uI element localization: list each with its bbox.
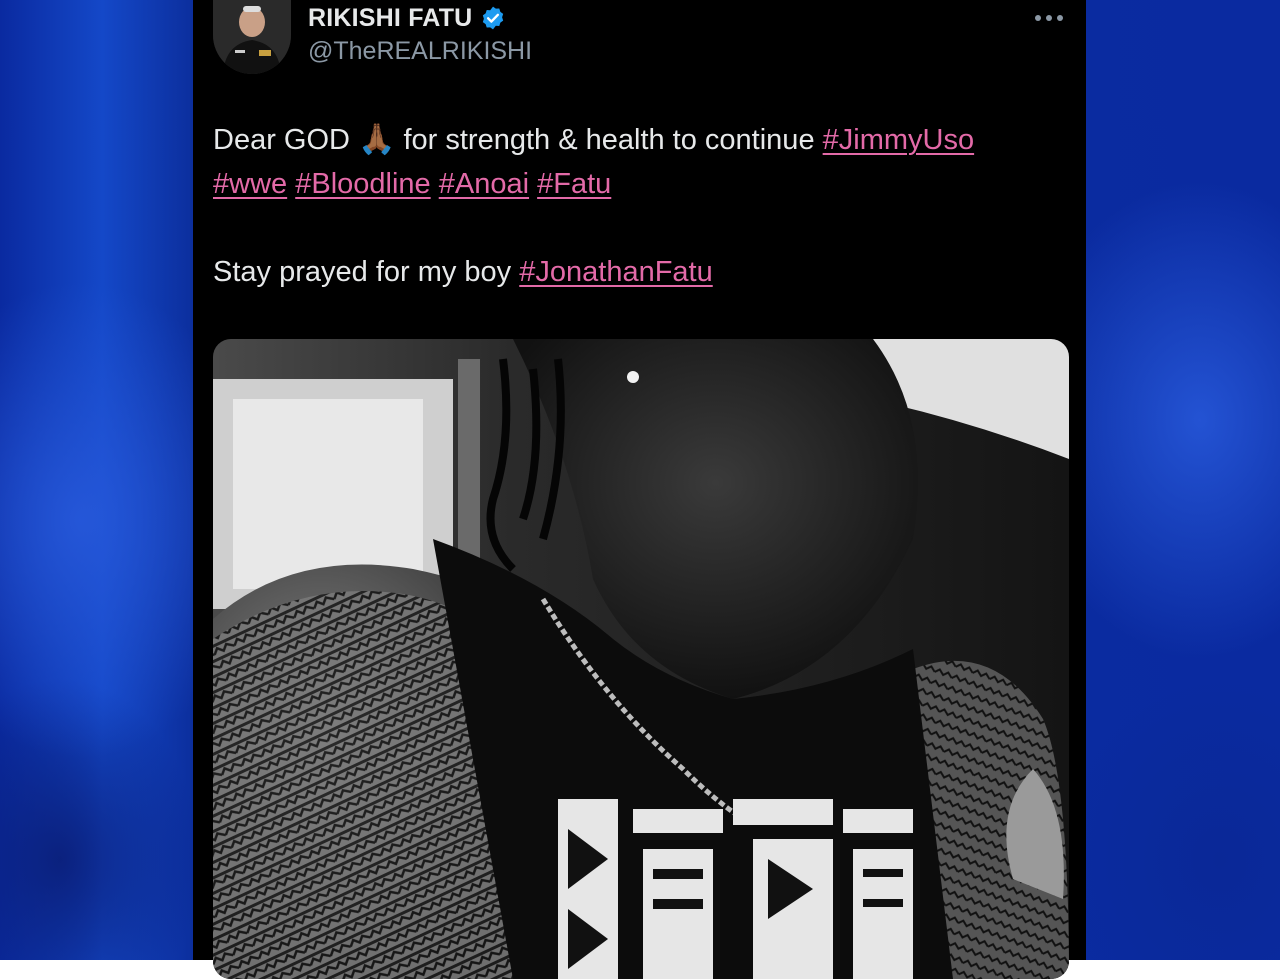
- post-text-line-2: #wwe #Bloodline #Anoai #Fatu: [213, 162, 1073, 206]
- paragraph-break: [213, 206, 1073, 250]
- dot: [1046, 15, 1052, 21]
- hashtag-link[interactable]: #Bloodline: [295, 168, 430, 200]
- praying-hands-icon: 🙏🏾: [358, 123, 396, 156]
- post-media-image[interactable]: [213, 339, 1069, 979]
- display-name[interactable]: RIKISHI FATU: [308, 4, 472, 33]
- more-options-icon[interactable]: [1030, 8, 1068, 28]
- author-name-row: RIKISHI FATU: [308, 2, 506, 34]
- hashtag-link[interactable]: #JimmyUso: [823, 124, 974, 156]
- dot: [1057, 15, 1063, 21]
- text-segment: for strength & health to continue: [403, 124, 815, 156]
- hashtag-link[interactable]: #Anoai: [439, 168, 529, 200]
- text-segment: Stay prayed for my boy: [213, 256, 512, 288]
- verified-badge-icon: [483, 6, 504, 30]
- hashtag-link[interactable]: #wwe: [213, 168, 287, 200]
- author-handle[interactable]: @TheREALRIKISHI: [308, 37, 532, 66]
- bw-photo-illustration: [213, 339, 1069, 979]
- text-segment: Dear GOD: [213, 124, 350, 156]
- post-text-line-3: Stay prayed for my boy #JonathanFatu: [213, 250, 1073, 294]
- post-text-line-1: Dear GOD 🙏🏾 for strength & health to con…: [213, 118, 1073, 162]
- hashtag-link[interactable]: #JonathanFatu: [519, 256, 712, 288]
- hashtag-link[interactable]: #Fatu: [537, 168, 611, 200]
- dot: [1035, 15, 1041, 21]
- post-text: Dear GOD 🙏🏾 for strength & health to con…: [213, 118, 1073, 294]
